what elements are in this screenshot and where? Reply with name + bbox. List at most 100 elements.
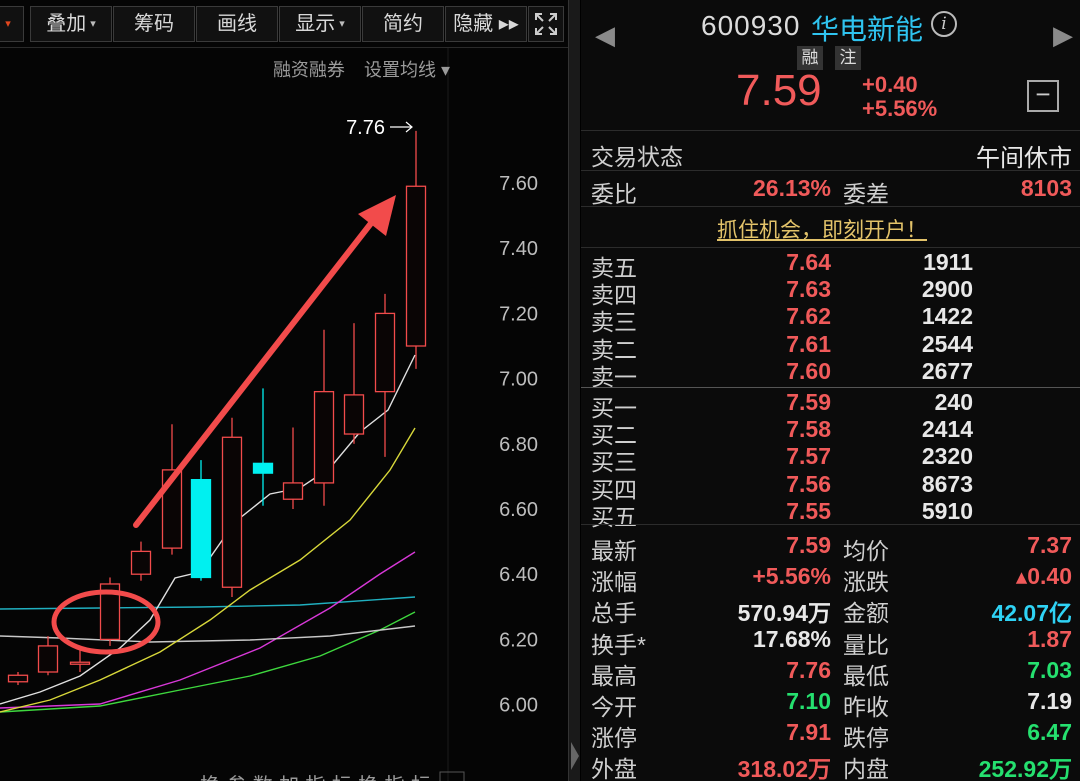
prev-stock-icon[interactable]: ◀ — [595, 20, 615, 51]
status-value: 午间休市 — [976, 145, 1072, 172]
level-volume: 2544 — [921, 330, 973, 357]
chips-button[interactable]: 筹码 — [113, 6, 195, 42]
display-button[interactable]: 显示 ▾ — [279, 6, 361, 42]
book-divider — [581, 387, 1080, 388]
hide-button[interactable]: 隐藏 ▸▸ — [445, 6, 527, 42]
candle-up[interactable] — [99, 577, 121, 646]
status-label: 交易状态 — [591, 144, 683, 170]
bid-row[interactable]: 买一 7.59 240 — [581, 389, 1080, 421]
candle-body — [7, 674, 29, 683]
candle-up[interactable] — [69, 649, 91, 672]
margin-trading-link[interactable]: 融资融券 — [273, 60, 345, 80]
ask-row[interactable]: 卖二 7.61 2544 — [581, 330, 1080, 363]
candle-up[interactable] — [374, 293, 396, 457]
stat-value: 7.37 — [1027, 532, 1072, 558]
stat-label: 最新 — [591, 538, 637, 564]
panel-divider[interactable] — [568, 0, 580, 781]
collapse-arrow-icon[interactable] — [571, 742, 579, 770]
draw-line-button[interactable]: 画线 — [196, 6, 278, 42]
kline-chart[interactable]: 7.60 7.40 7.20 7.00 6.80 6.60 6.40 6.20 6.00 7.76… — [0, 0, 568, 781]
price-tick-label: 6.80 — [499, 434, 538, 456]
price-tick-label: 7.60 — [499, 173, 538, 195]
bid-row[interactable]: 买三 7.57 2320 — [581, 443, 1080, 475]
quote-header: ◀ ▶ 600930 华电新能 i 融 注 7.59 +0.40 +5.56% … — [581, 0, 1080, 128]
stat-label: 涨跌 — [843, 569, 889, 596]
stock-code: 600930 — [701, 10, 801, 41]
stats-row: 涨停 7.91 跌停 6.47 — [581, 719, 1080, 751]
candle-body — [252, 462, 274, 474]
candle-body — [405, 185, 427, 347]
chart-toolbar: ▾ 叠加 ▾ 筹码 画线 显示 ▾ 简约 隐藏 ▸▸ — [0, 0, 568, 48]
candle-up[interactable] — [313, 329, 335, 506]
candle-body — [37, 645, 59, 673]
ask-row[interactable]: 卖五 7.64 1911 — [581, 249, 1080, 281]
stat-label: 外盘 — [591, 756, 637, 781]
ask-row[interactable]: 卖一 7.60 2677 — [581, 357, 1080, 390]
overlay-button[interactable]: 叠加 ▾ — [30, 6, 112, 42]
candle-up[interactable] — [343, 323, 365, 444]
price-tick-label: 7.40 — [499, 238, 538, 260]
period-dropdown[interactable]: ▾ — [0, 6, 24, 42]
ma30-line — [0, 611, 416, 713]
last-price: 7.59 — [736, 66, 822, 115]
chevron-down-icon: ▾ — [339, 18, 345, 30]
open-account-link[interactable]: 抓住机会，即刻开户！ — [717, 214, 927, 244]
wb-label: 委比 — [591, 181, 637, 207]
candle-body — [374, 312, 396, 393]
info-icon[interactable]: i — [931, 11, 957, 37]
level-price: 7.60 — [786, 357, 831, 384]
price-tick-label: 6.60 — [499, 499, 538, 521]
level-volume: 2900 — [921, 276, 973, 303]
candle-body — [69, 661, 91, 665]
stat-value: 7.91 — [786, 719, 831, 746]
stats-row: 最高 7.76 最低 7.03 — [581, 657, 1080, 689]
stat-value: 7.59 — [786, 532, 831, 558]
level-volume: 2320 — [921, 443, 973, 470]
level-price: 7.56 — [786, 470, 831, 497]
level-price: 7.55 — [786, 497, 831, 524]
stats-row: 涨幅 +5.56% 涨跌 ▴0.40 — [581, 563, 1080, 595]
stat-label: 总手 — [591, 600, 637, 627]
divider — [581, 206, 1080, 207]
candle-down[interactable] — [190, 460, 212, 581]
price-change-pct: +5.56% — [862, 96, 938, 121]
candle-down[interactable] — [252, 388, 274, 506]
indicator-tabs[interactable]: 换 参 数 加 指 标 换 指 标 — [200, 773, 431, 781]
stat-label: 量比 — [843, 631, 889, 658]
ask-row[interactable]: 卖三 7.62 1422 — [581, 303, 1080, 335]
level-volume: 240 — [934, 389, 973, 415]
stock-name[interactable]: 华电新能 — [811, 8, 923, 48]
bid-row[interactable]: 买二 7.58 2414 — [581, 416, 1080, 448]
remove-watchlist-button[interactable]: − — [1027, 80, 1059, 112]
level-volume: 1422 — [921, 303, 973, 330]
candle-body — [313, 390, 335, 484]
simple-button[interactable]: 简约 — [362, 6, 444, 42]
divider — [581, 247, 1080, 248]
candle-up[interactable] — [7, 672, 29, 686]
candle-up[interactable] — [405, 130, 427, 369]
candle-up[interactable] — [130, 541, 152, 581]
candle-up[interactable] — [37, 636, 59, 676]
level-volume: 8673 — [921, 470, 973, 497]
bid-row[interactable]: 买五 7.55 5910 — [581, 497, 1080, 530]
fullscreen-button[interactable] — [528, 6, 564, 42]
ask-row[interactable]: 卖四 7.63 2900 — [581, 276, 1080, 308]
quote-panel: ◀ ▶ 600930 华电新能 i 融 注 7.59 +0.40 +5.56% … — [581, 0, 1080, 781]
price-tick-label: 6.20 — [499, 629, 538, 651]
level-price: 7.57 — [786, 443, 831, 470]
candle-up[interactable] — [221, 417, 243, 598]
stats-row: 今开 7.10 昨收 7.19 — [581, 688, 1080, 720]
chart-subtools: 融资融券 设置均线 ▾ — [259, 56, 450, 82]
chevron-down-icon: ▾ — [5, 18, 11, 30]
registration-tag: 注 — [835, 46, 861, 70]
draw-line-label: 画线 — [217, 13, 257, 35]
stat-value: 252.92万 — [978, 756, 1072, 781]
bid-row[interactable]: 买四 7.56 8673 — [581, 470, 1080, 503]
indicator-toggle-button[interactable] — [439, 771, 465, 781]
divider — [581, 130, 1080, 131]
stats-row: 最新 7.59 均价 7.37 — [581, 532, 1080, 564]
wc-value: 8103 — [1020, 175, 1072, 201]
next-stock-icon[interactable]: ▶ — [1053, 20, 1073, 51]
candle-up[interactable] — [282, 427, 304, 510]
ma-settings-link[interactable]: 设置均线 ▾ — [364, 60, 450, 80]
